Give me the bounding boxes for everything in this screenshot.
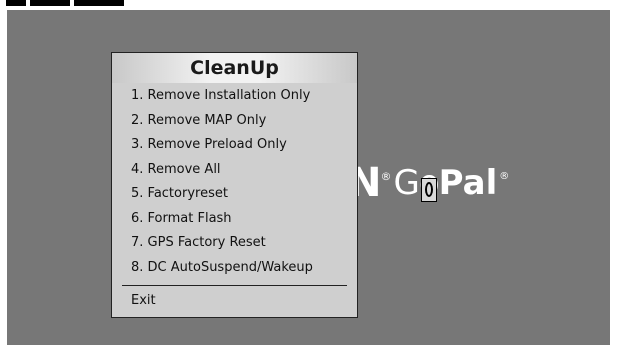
- menu-item-remove-preload-only[interactable]: 3. Remove Preload Only: [112, 133, 357, 158]
- top-text-fragment: [6, 0, 26, 6]
- top-frame-strip: [0, 0, 619, 10]
- menu-item-remove-installation-only[interactable]: 1. Remove Installation Only: [112, 84, 357, 109]
- dialog-title: CleanUp: [112, 53, 357, 83]
- menu-item-factoryreset[interactable]: 5. Factoryreset: [112, 182, 357, 207]
- menu-item-format-flash[interactable]: 6. Format Flash: [112, 207, 357, 232]
- menu-item-remove-all[interactable]: 4. Remove All: [112, 158, 357, 183]
- logo-registered-mark-2: ®: [499, 170, 510, 182]
- logo-pal-text: Pal: [438, 163, 498, 203]
- top-text-fragment: [74, 0, 124, 6]
- text-cursor-icon: [421, 178, 437, 202]
- menu-item-remove-map-only[interactable]: 2. Remove MAP Only: [112, 109, 357, 134]
- logo-registered-mark: ®: [380, 169, 392, 183]
- menu-divider: [122, 285, 347, 286]
- cleanup-menu: 1. Remove Installation Only 2. Remove MA…: [112, 83, 357, 280]
- exit-menu-item[interactable]: Exit: [112, 289, 357, 313]
- menu-item-dc-autosuspend-wakeup[interactable]: 8. DC AutoSuspend/Wakeup: [112, 256, 357, 281]
- cleanup-dialog: CleanUp 1. Remove Installation Only 2. R…: [111, 52, 358, 318]
- top-text-fragment: [30, 0, 70, 6]
- menu-item-gps-factory-reset[interactable]: 7. GPS Factory Reset: [112, 231, 357, 256]
